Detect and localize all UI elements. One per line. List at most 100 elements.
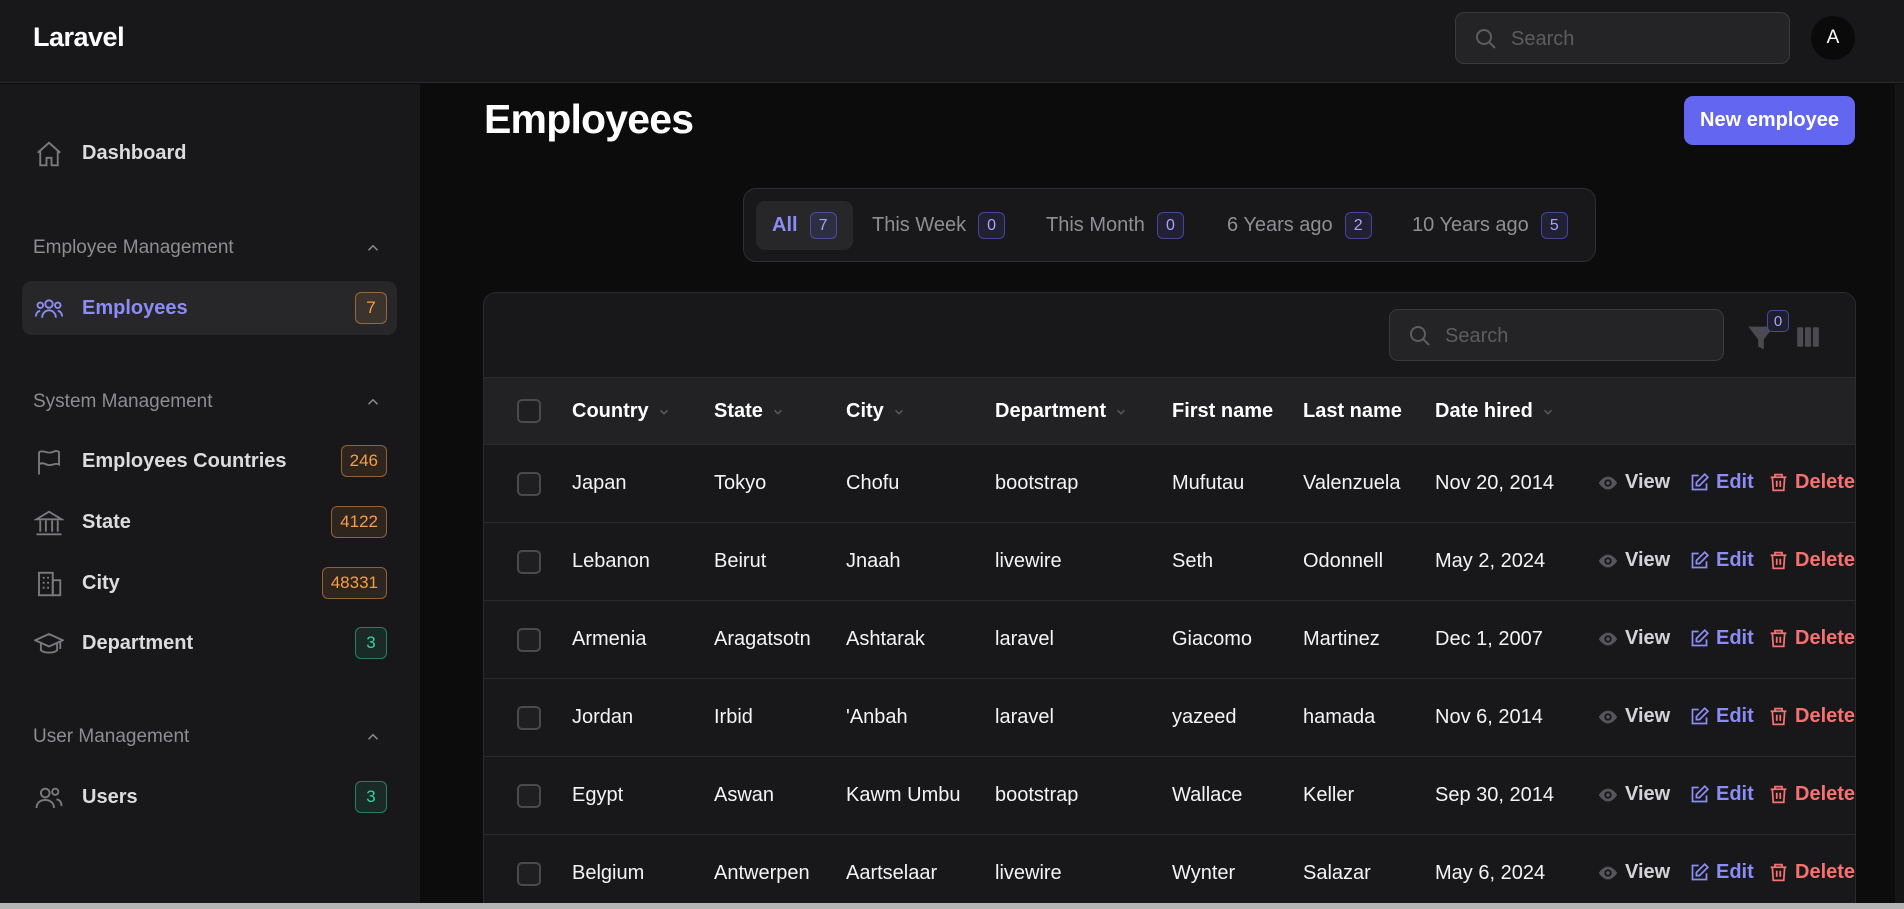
view-button[interactable]: View: [1597, 549, 1670, 572]
edit-button[interactable]: Edit: [1689, 861, 1754, 884]
global-search[interactable]: [1455, 12, 1790, 64]
sidebar-item-state[interactable]: State 4122: [22, 495, 397, 549]
column-header-department[interactable]: Department: [995, 400, 1128, 423]
chevron-up-icon[interactable]: [364, 239, 382, 257]
count-badge: 246: [340, 445, 387, 477]
cell-first-name: yazeed: [1172, 706, 1237, 728]
page-scrollbar[interactable]: [1895, 84, 1904, 903]
cell-first-name: Mufutau: [1172, 472, 1245, 494]
group-title-user-management[interactable]: User Management: [33, 726, 189, 748]
sidebar-item-users[interactable]: Users 3: [22, 770, 397, 824]
delete-button[interactable]: Delete: [1768, 627, 1855, 650]
view-button[interactable]: View: [1597, 627, 1670, 650]
table-header: Country State City Department First name…: [484, 377, 1855, 445]
view-button[interactable]: View: [1597, 783, 1670, 806]
table-search[interactable]: [1389, 309, 1724, 361]
chevron-up-icon[interactable]: [364, 393, 382, 411]
user-avatar[interactable]: A: [1811, 16, 1855, 60]
delete-button[interactable]: Delete: [1768, 705, 1855, 728]
cell-first-name: Wallace: [1172, 784, 1243, 806]
users-group-icon: [34, 299, 64, 318]
row-checkbox[interactable]: [517, 550, 541, 574]
table-row[interactable]: Lebanon Beirut Jnaah livewire Seth Odonnell Ma…: [484, 523, 1855, 601]
row-checkbox[interactable]: [517, 706, 541, 730]
row-checkbox[interactable]: [517, 472, 541, 496]
group-title-system-management[interactable]: System Management: [33, 391, 213, 413]
filter-count-badge: 0: [1767, 310, 1789, 332]
chevron-up-icon[interactable]: [364, 728, 382, 746]
row-checkbox[interactable]: [517, 628, 541, 652]
cell-country: Armenia: [572, 628, 647, 650]
count-badge: 48331: [321, 567, 387, 599]
tab-this-week[interactable]: This Week 0: [856, 201, 1021, 250]
eye-icon: [1598, 632, 1618, 645]
view-button[interactable]: View: [1597, 705, 1670, 728]
table-row[interactable]: Japan Tokyo Chofu bootstrap Mufutau Valenzuel…: [484, 445, 1855, 523]
cell-country: Egypt: [572, 784, 624, 806]
tab-6-years-ago[interactable]: 6 Years ago 2: [1211, 201, 1388, 250]
cell-city: Kawm Umbu: [846, 784, 961, 806]
row-checkbox[interactable]: [517, 862, 541, 886]
edit-button[interactable]: Edit: [1689, 471, 1754, 494]
count-badge: 4122: [331, 506, 387, 538]
office-building-icon: [38, 571, 62, 597]
edit-button[interactable]: Edit: [1689, 783, 1754, 806]
sidebar-item-employees-countries[interactable]: Employees Countries 246: [22, 434, 397, 488]
delete-button[interactable]: Delete: [1768, 471, 1855, 494]
sidebar-item-label: Employees: [82, 296, 188, 319]
cell-city: Aartselaar: [846, 862, 938, 884]
trash-icon: [1770, 629, 1787, 648]
cell-first-name: Seth: [1172, 550, 1214, 572]
column-label: Last name: [1303, 400, 1402, 422]
edit-button[interactable]: Edit: [1689, 549, 1754, 572]
edit-button[interactable]: Edit: [1689, 627, 1754, 650]
edit-label: Edit: [1716, 705, 1754, 727]
delete-button[interactable]: Delete: [1768, 861, 1855, 884]
delete-label: Delete: [1795, 783, 1856, 805]
pencil-square-icon: [1691, 628, 1710, 647]
table-row[interactable]: Jordan Irbid 'Anbah laravel yazeed hamada Nov …: [484, 679, 1855, 757]
cell-department: bootstrap: [995, 784, 1079, 806]
delete-button[interactable]: Delete: [1768, 783, 1855, 806]
columns-icon[interactable]: [1794, 324, 1822, 350]
cell-date-hired: Dec 1, 2007: [1435, 628, 1543, 650]
column-header-last-name: Last name: [1303, 400, 1402, 423]
sidebar-item-city[interactable]: City 48331: [22, 556, 397, 610]
tab-10-years-ago[interactable]: 10 Years ago 5: [1396, 201, 1584, 250]
row-checkbox[interactable]: [517, 784, 541, 808]
view-button[interactable]: View: [1597, 861, 1670, 884]
cell-state: Irbid: [714, 706, 753, 728]
sidebar-item-dashboard[interactable]: Dashboard: [22, 126, 397, 180]
chevron-down-icon: [1543, 409, 1552, 415]
table-search-input[interactable]: [1445, 322, 1705, 350]
column-header-city[interactable]: City: [846, 400, 906, 423]
tab-this-month[interactable]: This Month 0: [1030, 201, 1200, 250]
cell-city: Jnaah: [846, 550, 901, 572]
table-row[interactable]: Egypt Aswan Kawm Umbu bootstrap Wallace Kelle…: [484, 757, 1855, 835]
brand-logo[interactable]: Laravel: [33, 22, 125, 53]
edit-button[interactable]: Edit: [1689, 705, 1754, 728]
sidebar-item-department[interactable]: Department 3: [22, 616, 397, 670]
table-row[interactable]: Armenia Aragatsotn Ashtarak laravel Giacomo M…: [484, 601, 1855, 679]
eye-icon: [1598, 710, 1618, 723]
tab-label: This Week: [872, 214, 967, 236]
view-label: View: [1625, 627, 1671, 649]
new-employee-button[interactable]: New employee: [1684, 96, 1855, 145]
horizontal-scrollbar[interactable]: [0, 903, 1904, 909]
count-badge: 7: [355, 292, 387, 324]
delete-label: Delete: [1795, 627, 1856, 649]
column-header-date-hired[interactable]: Date hired: [1435, 400, 1555, 423]
select-all-checkbox[interactable]: [517, 399, 541, 423]
tab-all[interactable]: All 7: [756, 201, 853, 250]
global-search-input[interactable]: [1511, 25, 1771, 53]
view-button[interactable]: View: [1597, 471, 1670, 494]
sidebar-item-employees[interactable]: Employees 7: [22, 281, 397, 335]
delete-button[interactable]: Delete: [1768, 549, 1855, 572]
column-header-country[interactable]: Country: [572, 400, 671, 423]
eye-icon: [1598, 788, 1618, 801]
cell-state: Tokyo: [714, 472, 767, 494]
table-row[interactable]: Belgium Antwerpen Aartselaar livewire Wynter…: [484, 835, 1855, 909]
eye-icon: [1598, 866, 1618, 879]
group-title-employee-management[interactable]: Employee Management: [33, 237, 234, 259]
column-header-state[interactable]: State: [714, 400, 785, 423]
